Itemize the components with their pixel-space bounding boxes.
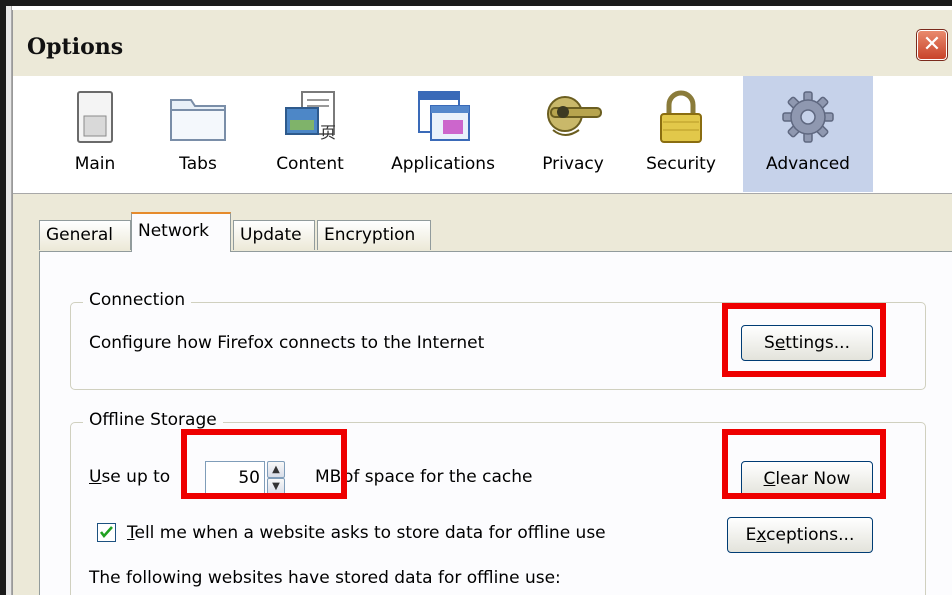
pane-applications[interactable]: Applications [381, 76, 505, 192]
outer-frame-top [0, 0, 952, 6]
cache-size-highlight-box [181, 429, 347, 499]
content-icon: 页 [285, 91, 336, 142]
tab-encryption[interactable]: Encryption [317, 220, 431, 250]
connection-description: Configure how Firefox connects to the In… [89, 333, 485, 353]
clear-now-highlight-box [722, 429, 886, 499]
tab-update[interactable]: Update [233, 220, 315, 250]
pane-label: Content [276, 154, 344, 174]
privacy-mask-icon [547, 96, 602, 136]
offline-storage-group-title: Offline Storage [83, 410, 223, 430]
tell-me-accel: T [127, 523, 135, 543]
advanced-gear-icon [782, 91, 834, 143]
tabs-icon [170, 99, 226, 141]
use-up-to-text: se up to [101, 467, 171, 487]
use-up-to-label: Use up to [89, 467, 170, 487]
main-switch-icon [77, 91, 113, 143]
close-button[interactable]: ✕ [916, 29, 948, 61]
close-icon: ✕ [922, 32, 942, 57]
pane-label: Main [74, 154, 116, 174]
pane-label: Tabs [179, 154, 217, 174]
pane-label: Advanced [766, 154, 850, 174]
tab-network[interactable]: Network [131, 212, 231, 252]
pane-label: Security [646, 154, 716, 174]
exceptions-accel: x [756, 525, 767, 545]
use-up-to-accel: U [89, 467, 102, 487]
exceptions-label-end: ceptions... [766, 525, 855, 545]
tell-me-checkbox[interactable] [97, 523, 116, 542]
exceptions-button[interactable]: Exceptions... [727, 517, 873, 553]
connection-group-title: Connection [83, 290, 192, 310]
pane-main[interactable]: Main [53, 76, 137, 192]
pane-tabs[interactable]: Tabs [163, 76, 233, 192]
dialog-title: Options [27, 34, 124, 60]
pane-label: Applications [391, 154, 495, 174]
svg-text:页: 页 [320, 123, 336, 142]
pane-security[interactable]: Security [639, 76, 723, 192]
pane-advanced[interactable]: Advanced [743, 76, 873, 192]
pane-label: Privacy [542, 154, 604, 174]
content-area: General Network Update Encryption Connec… [13, 194, 952, 595]
tell-me-text: ell me when a website asks to store data… [134, 523, 606, 543]
cache-suffix: of space for the cache [343, 467, 533, 487]
preferences-toolbar: Main Tabs 页 Content Applications Privacy… [13, 76, 952, 194]
pane-content[interactable]: 页 Content [265, 76, 355, 192]
stored-data-label: The following websites have stored data … [89, 568, 561, 588]
pane-privacy[interactable]: Privacy [531, 76, 615, 192]
security-lock-icon [660, 90, 702, 143]
tell-me-label[interactable]: Tell me when a website asks to store dat… [127, 523, 606, 543]
settings-highlight-box [722, 303, 886, 377]
exceptions-label-start: E [745, 525, 757, 545]
applications-icon [418, 91, 470, 141]
tab-general[interactable]: General [39, 220, 131, 250]
title-bar: Options ✕ [13, 10, 952, 76]
checkmark-icon [99, 526, 113, 539]
